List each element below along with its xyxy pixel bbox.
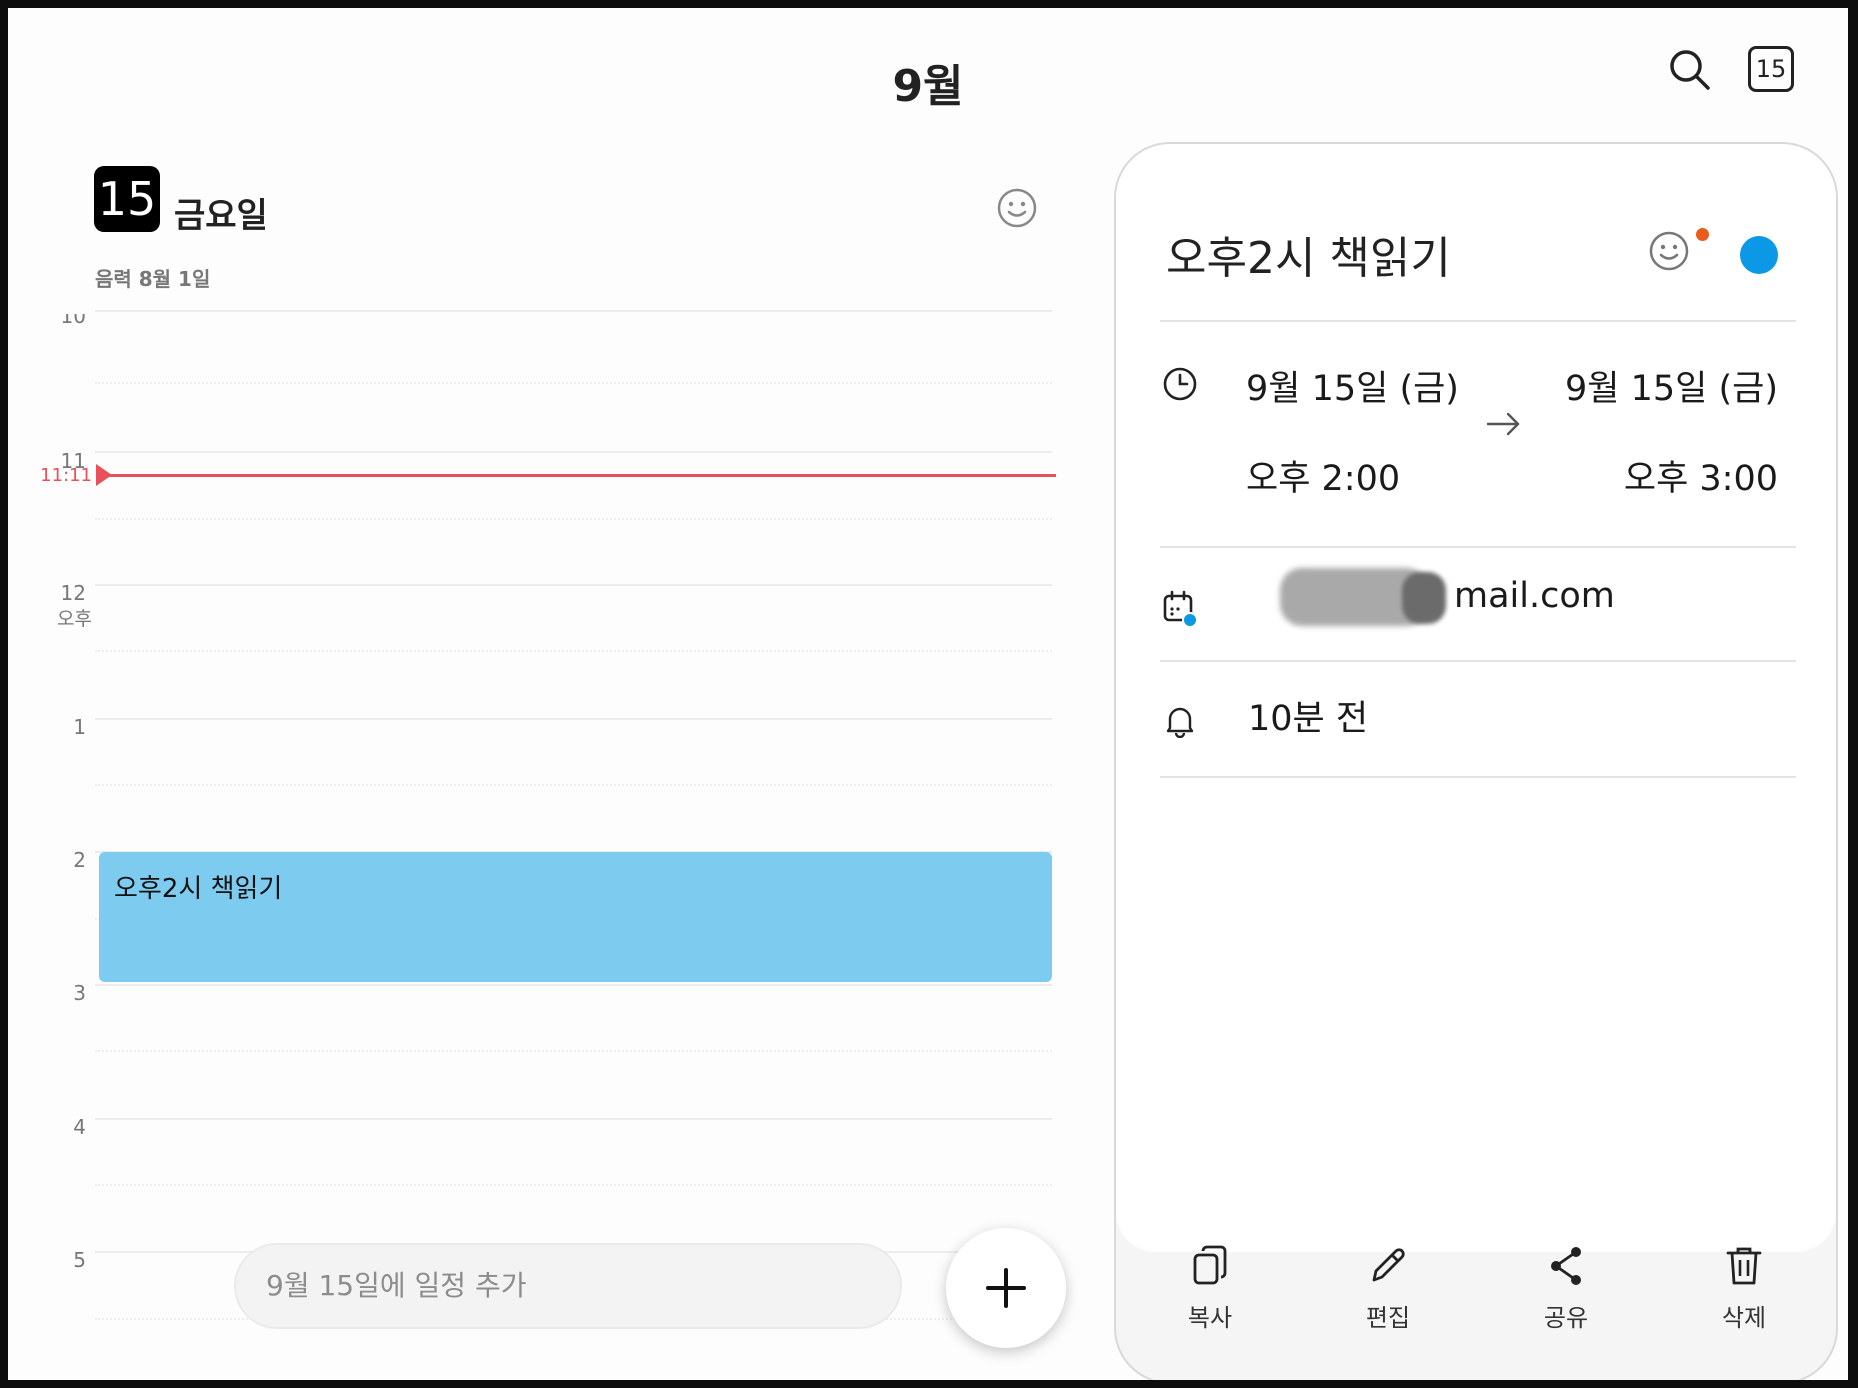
copy-icon bbox=[1193, 1245, 1227, 1285]
start-date: 9월 15일 (금) bbox=[1246, 369, 1459, 409]
hour-label: 10 bbox=[60, 314, 86, 328]
notification-dot bbox=[1696, 228, 1709, 241]
hour-line bbox=[95, 451, 1052, 453]
edit-button[interactable]: 편집 bbox=[1328, 1244, 1448, 1333]
arrow-right-icon bbox=[1486, 410, 1522, 438]
half-hour-line bbox=[95, 1184, 1052, 1186]
clock-icon bbox=[1162, 366, 1198, 402]
sticker-icon[interactable] bbox=[1648, 230, 1690, 276]
half-hour-line bbox=[95, 1050, 1052, 1052]
delete-button[interactable]: 삭제 bbox=[1684, 1244, 1804, 1333]
hour-label: 12 bbox=[60, 581, 86, 605]
search-icon[interactable] bbox=[1668, 48, 1712, 92]
calendar-color-dot[interactable] bbox=[1740, 236, 1778, 274]
quick-add-input[interactable]: 9월 15일에 일정 추가 bbox=[234, 1243, 902, 1329]
copy-label: 복사 bbox=[1187, 1304, 1233, 1332]
half-hour-line bbox=[95, 784, 1052, 786]
copy-button[interactable]: 복사 bbox=[1150, 1244, 1270, 1333]
hour-label: 5 bbox=[73, 1248, 86, 1272]
hour-line bbox=[95, 584, 1052, 586]
edit-label: 편집 bbox=[1365, 1304, 1411, 1332]
trash-icon bbox=[1726, 1247, 1762, 1285]
half-hour-line bbox=[95, 518, 1052, 520]
divider bbox=[1160, 660, 1796, 662]
start-time: 오후 2:00 bbox=[1246, 459, 1401, 499]
hour-label: 3 bbox=[73, 981, 86, 1005]
reminder-text: 10분 전 bbox=[1248, 699, 1369, 739]
end-time: 오후 3:00 bbox=[1623, 459, 1778, 499]
add-event-button[interactable] bbox=[946, 1228, 1066, 1348]
redacted-account-name bbox=[1402, 572, 1446, 624]
half-hour-line bbox=[95, 382, 1052, 384]
share-label: 공유 bbox=[1543, 1304, 1589, 1332]
current-time-line bbox=[108, 474, 1056, 477]
pm-label: 오후 bbox=[57, 608, 92, 630]
hour-line bbox=[95, 718, 1052, 720]
hour-label: 2 bbox=[73, 848, 86, 872]
pencil-icon bbox=[1372, 1248, 1405, 1282]
divider bbox=[1160, 546, 1796, 548]
share-icon bbox=[1551, 1247, 1581, 1285]
hour-label: 4 bbox=[73, 1115, 86, 1139]
delete-label: 삭제 bbox=[1721, 1304, 1767, 1332]
hour-line bbox=[95, 984, 1052, 986]
account-email: mail.com bbox=[1454, 576, 1615, 616]
month-title[interactable]: 9월 bbox=[8, 50, 1848, 114]
share-button[interactable]: 공유 bbox=[1506, 1244, 1626, 1333]
event-block-title: 오후2시 책읽기 bbox=[114, 874, 283, 904]
event-title: 오후2시 책읽기 bbox=[1166, 233, 1451, 284]
half-hour-line bbox=[95, 650, 1052, 652]
weekday-label: 금요일 bbox=[174, 196, 268, 236]
divider bbox=[1160, 320, 1796, 322]
plus-icon bbox=[986, 1268, 1026, 1308]
lunar-date: 음력 8월 1일 bbox=[95, 267, 211, 291]
divider bbox=[1160, 776, 1796, 778]
hour-line bbox=[95, 1118, 1052, 1120]
current-time-label: 11:11 bbox=[40, 465, 92, 486]
hour-line bbox=[95, 310, 1052, 312]
hour-label: 1 bbox=[73, 715, 86, 739]
bell-icon bbox=[1164, 704, 1196, 738]
event-detail-content: 오후2시 책읽기 9월 15일 (금) 오후 2:00 9월 15일 (금) 오… bbox=[1116, 144, 1836, 1252]
date-number: 15 bbox=[94, 166, 160, 232]
calendar-screen: 9월 15 15 금요일 음력 8월 1일 10 11 12 오후 1 2 3 … bbox=[8, 8, 1848, 1380]
end-date: 9월 15일 (금) bbox=[1565, 369, 1778, 409]
sticker-icon[interactable] bbox=[996, 187, 1038, 233]
event-detail-panel: 오후2시 책읽기 9월 15일 (금) 오후 2:00 9월 15일 (금) 오… bbox=[1114, 142, 1838, 1380]
today-button[interactable]: 15 bbox=[1748, 46, 1794, 92]
calendar-account-icon bbox=[1162, 590, 1198, 628]
